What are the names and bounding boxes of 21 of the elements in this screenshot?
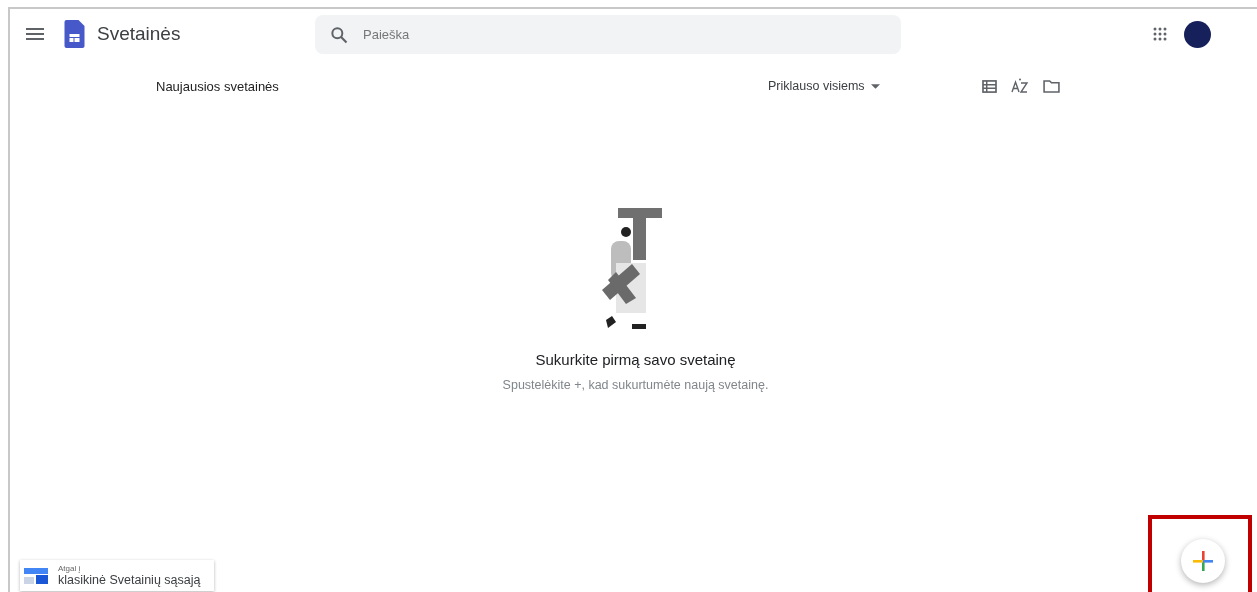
classic-sites-link[interactable]: Atgal į klasikinė Svetainių sąsają	[20, 560, 215, 591]
search-icon	[329, 24, 349, 45]
search-field[interactable]: Paieška	[315, 14, 901, 54]
sort-az-icon[interactable]	[1010, 78, 1029, 94]
sites-layout-icon	[24, 567, 48, 584]
apps-grid-icon[interactable]	[1153, 27, 1167, 41]
empty-state-title: Sukurkite pirmą savo svetainę	[535, 351, 736, 368]
plus-icon	[1193, 551, 1213, 571]
caret-icon	[870, 83, 880, 89]
folder-icon[interactable]	[1042, 79, 1060, 93]
owner-filter-dropdown[interactable]: Priklauso visiems	[764, 75, 884, 97]
menu-icon[interactable]	[26, 28, 44, 40]
sites-logo-icon	[64, 20, 85, 48]
section-heading: Naujausios svetainės	[156, 78, 280, 94]
classic-link-label: klasikinė Svetainių sąsają	[58, 573, 201, 587]
app-title: Svetainės	[97, 23, 182, 45]
account-avatar[interactable]	[1184, 20, 1211, 48]
classic-link-caption: Atgal į	[58, 564, 82, 573]
list-view-icon[interactable]	[981, 79, 997, 93]
create-site-button[interactable]	[1181, 539, 1225, 583]
empty-state-hint: Spustelėkite +, kad sukurtumėte naują svetainę.	[502, 378, 769, 392]
